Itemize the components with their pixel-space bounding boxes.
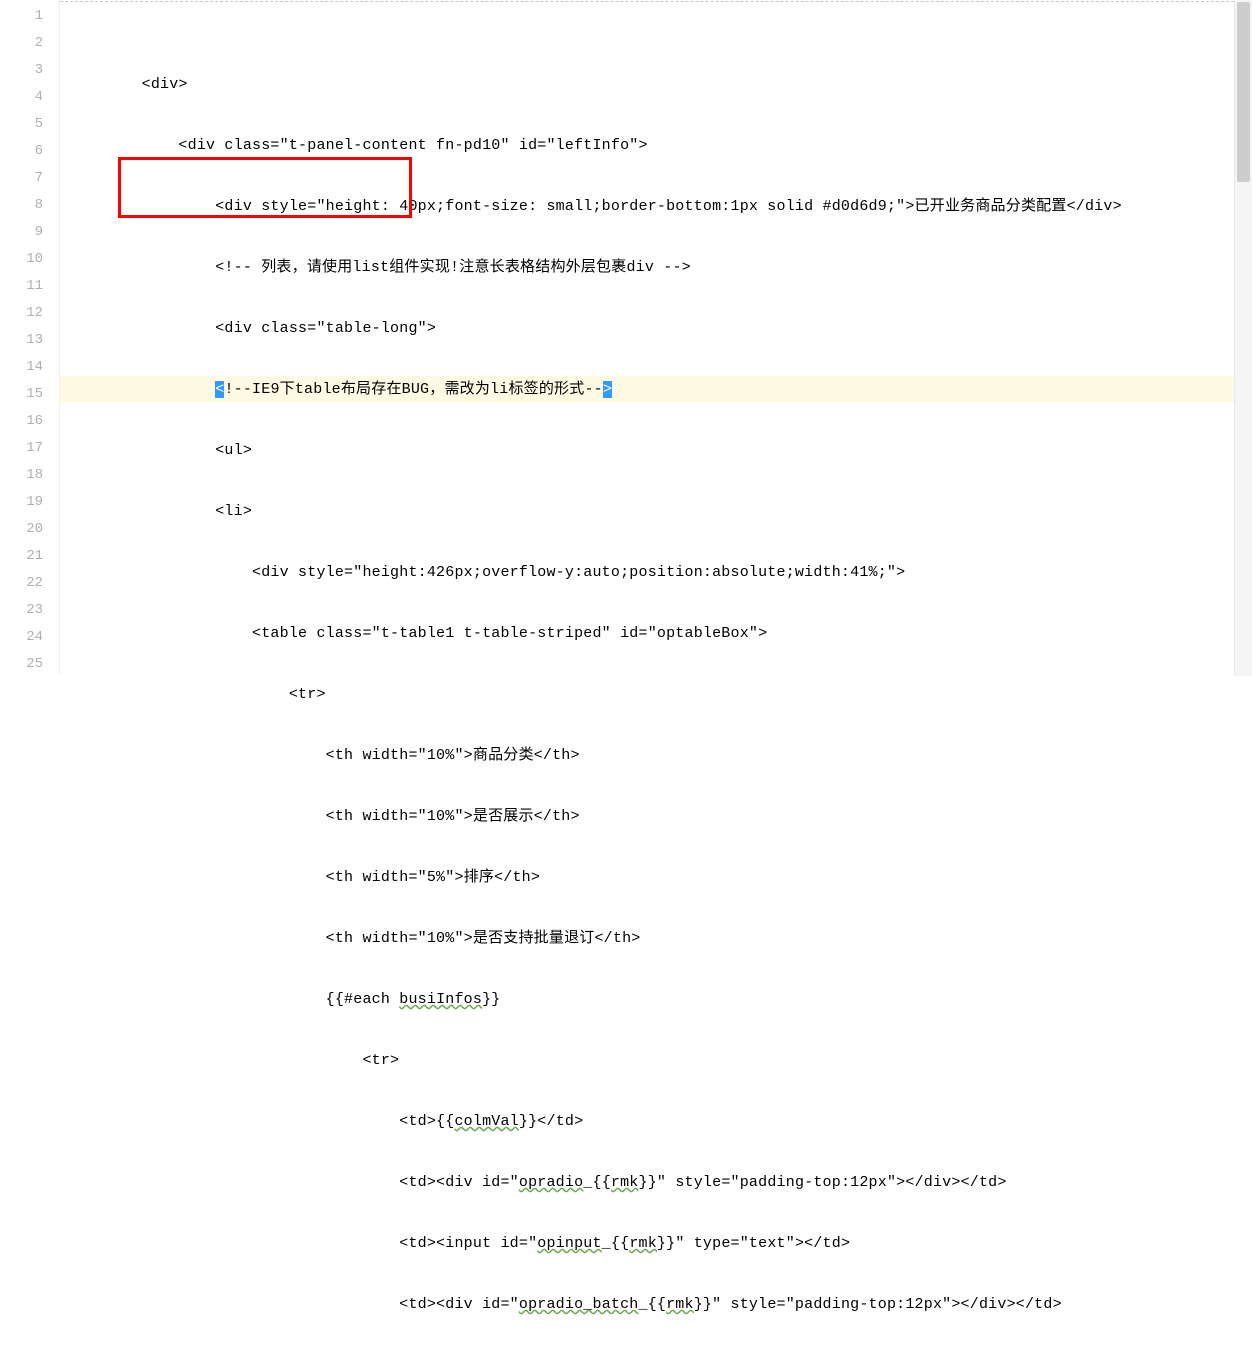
code-line[interactable]: <li>: [60, 498, 1252, 525]
line-number: 11: [0, 273, 43, 300]
line-number: 2: [0, 30, 43, 57]
line-number: 18: [0, 462, 43, 489]
code-line[interactable]: <div>: [60, 71, 1252, 98]
code-line[interactable]: <th width="10%">是否支持批量退订</th>: [60, 925, 1252, 952]
line-number: 7: [0, 165, 43, 192]
line-number: 12: [0, 300, 43, 327]
line-number: 23: [0, 597, 43, 624]
line-number: 10: [0, 246, 43, 273]
line-number: 3: [0, 57, 43, 84]
code-area[interactable]: <div> <div class="t-panel-content fn-pd1…: [60, 0, 1252, 676]
code-line[interactable]: <td><div id="opradio_batch_{{rmk}}" styl…: [60, 1291, 1252, 1318]
code-line[interactable]: <th width="10%">商品分类</th>: [60, 742, 1252, 769]
line-number: 13: [0, 327, 43, 354]
code-editor[interactable]: 1 2 3 4 5 6 7 8 9 10 11 12 13 14 15 16 1…: [0, 0, 1252, 676]
code-line[interactable]: <th width="5%">排序</th>: [60, 864, 1252, 891]
code-line[interactable]: <tr>: [60, 1047, 1252, 1074]
line-number: 9: [0, 219, 43, 246]
code-line[interactable]: <th width="10%">是否展示</th>: [60, 803, 1252, 830]
code-line[interactable]: <!-- 列表，请使用list组件实现!注意长表格结构外层包裹div -->: [60, 254, 1252, 281]
line-number: 6: [0, 138, 43, 165]
line-number: 22: [0, 570, 43, 597]
line-number: 1: [0, 3, 43, 30]
code-line[interactable]: <div style="height: 40px;font-size: smal…: [60, 193, 1252, 220]
line-number: 24: [0, 624, 43, 651]
line-number: 19: [0, 489, 43, 516]
scrollbar-thumb[interactable]: [1237, 2, 1250, 182]
code-line[interactable]: <td>{{colmVal}}</td>: [60, 1108, 1252, 1135]
code-line[interactable]: <div class="t-panel-content fn-pd10" id=…: [60, 132, 1252, 159]
line-number: 20: [0, 516, 43, 543]
line-number: 25: [0, 651, 43, 678]
code-line[interactable]: <td><input id="opinput_{{rmk}}" type="te…: [60, 1230, 1252, 1257]
line-number: 8: [0, 192, 43, 219]
code-line-highlighted[interactable]: <!--IE9下table布局存在BUG，需改为li标签的形式-->: [60, 376, 1252, 403]
line-number: 4: [0, 84, 43, 111]
vertical-scrollbar[interactable]: [1234, 0, 1252, 676]
code-line[interactable]: <div style="height:426px;overflow-y:auto…: [60, 559, 1252, 586]
line-number: 16: [0, 408, 43, 435]
code-line[interactable]: <ul>: [60, 437, 1252, 464]
code-line[interactable]: <td><div id="opradio_{{rmk}}" style="pad…: [60, 1169, 1252, 1196]
line-number-gutter: 1 2 3 4 5 6 7 8 9 10 11 12 13 14 15 16 1…: [0, 0, 60, 676]
selection: >: [603, 381, 612, 398]
line-number: 14: [0, 354, 43, 381]
code-line[interactable]: <div class="table-long">: [60, 315, 1252, 342]
line-number: 17: [0, 435, 43, 462]
code-line[interactable]: <tr>: [60, 681, 1252, 708]
line-number: 15: [0, 381, 43, 408]
line-number: 21: [0, 543, 43, 570]
code-line[interactable]: <table class="t-table1 t-table-striped" …: [60, 620, 1252, 647]
code-line[interactable]: {{#each busiInfos}}: [60, 986, 1252, 1013]
line-number: 5: [0, 111, 43, 138]
